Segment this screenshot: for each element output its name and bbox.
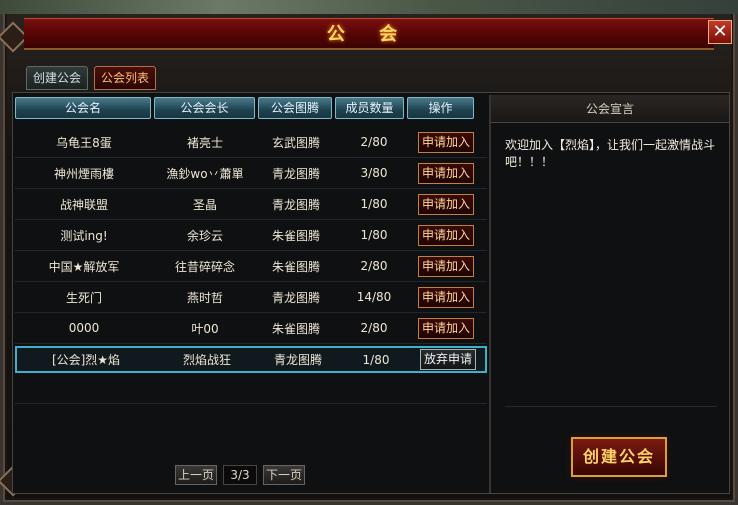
next-page-button[interactable]: 下一页 (263, 465, 305, 485)
table-row-selected[interactable]: [公会]烈★焰 烈焰战狂 青龙图腾 1/80 放弃申请 (15, 346, 487, 373)
page-indicator: 3/3 (223, 465, 257, 485)
apply-join-button[interactable]: 申请加入 (418, 193, 474, 215)
tab-create-guild[interactable]: 创建公会 (26, 66, 89, 90)
guild-totem: 青龙图腾 (271, 290, 320, 305)
guild-leader: 燕时哲 (186, 290, 223, 305)
guild-leader: 烈焰战狂 (182, 353, 231, 367)
column-header-name[interactable]: 公会名 (15, 97, 151, 119)
action-cell: 申请加入 (413, 224, 479, 246)
table-row[interactable]: 测试ing! 余珍云 朱雀图腾 1/80 申请加入 (15, 220, 487, 251)
guild-leader: 漁鈔wo丷蕭單 (166, 166, 244, 181)
declaration-panel: 公会宣言 欢迎加入【烈焰】，让我们一起激情战斗吧！！！ 创建公会 (491, 95, 729, 493)
action-cell: 申请加入 (413, 317, 479, 339)
table-header: 公会名 公会会长 公会图腾 成员数量 操作 (15, 97, 487, 119)
member-count: 2/80 (360, 259, 388, 273)
table-row[interactable]: 生死门 燕时哲 青龙图腾 14/80 申请加入 (15, 282, 487, 313)
guild-rows: 乌龟王8蛋 褚亮士 玄武图腾 2/80 申请加入 神州煙雨樓 漁鈔wo丷蕭單 青… (15, 127, 487, 404)
action-cell: 申请加入 (413, 193, 479, 215)
guild-table: 公会名 公会会长 公会图腾 成员数量 操作 乌龟王8蛋 褚亮士 玄武图腾 2/8… (15, 97, 487, 493)
cancel-application-button[interactable]: 放弃申请 (420, 349, 476, 370)
table-row[interactable]: 神州煙雨樓 漁鈔wo丷蕭單 青龙图腾 3/80 申请加入 (15, 158, 487, 189)
pagination: 上一页 3/3 下一页 (175, 465, 305, 485)
guild-name: 神州煙雨樓 (53, 166, 114, 181)
empty-row (15, 373, 487, 404)
tab-bar: 创建公会 公会列表 (26, 66, 157, 90)
guild-totem: 青龙图腾 (271, 166, 320, 181)
action-cell: 申请加入 (413, 255, 479, 277)
member-count: 3/80 (360, 166, 388, 180)
member-count: 2/80 (360, 135, 388, 149)
action-cell: 申请加入 (413, 162, 479, 184)
guild-name: 战神联盟 (59, 197, 108, 212)
apply-join-button[interactable]: 申请加入 (418, 224, 474, 246)
member-count: 1/80 (362, 352, 390, 367)
guild-totem: 朱雀图腾 (271, 259, 320, 274)
guild-totem: 朱雀图腾 (271, 321, 320, 336)
apply-join-button[interactable]: 申请加入 (418, 131, 474, 153)
guild-name: 0000 (68, 321, 100, 335)
guild-name: 乌龟王8蛋 (56, 135, 112, 150)
column-header-leader[interactable]: 公会会长 (154, 97, 255, 119)
guild-name: 生死门 (65, 290, 102, 305)
column-header-members[interactable]: 成员数量 (335, 97, 404, 119)
guild-leader: 褚亮士 (186, 135, 223, 150)
table-row[interactable]: 战神联盟 圣晶 青龙图腾 1/80 申请加入 (15, 189, 487, 220)
declaration-text: 欢迎加入【烈焰】，让我们一起激情战斗吧！！！ (505, 137, 717, 407)
member-count: 1/80 (360, 197, 388, 211)
column-header-totem[interactable]: 公会图腾 (258, 97, 332, 119)
guild-totem: 青龙图腾 (271, 197, 320, 212)
guild-name: 中国★解放军 (48, 259, 120, 274)
guild-name: 测试ing! (60, 228, 108, 243)
table-row[interactable]: 乌龟王8蛋 褚亮士 玄武图腾 2/80 申请加入 (15, 127, 487, 158)
close-button[interactable]: ✕ (708, 20, 732, 44)
guild-totem: 青龙图腾 (273, 353, 322, 367)
prev-page-button[interactable]: 上一页 (175, 465, 217, 485)
guild-leader: 余珍云 (186, 228, 223, 243)
declaration-title: 公会宣言 (491, 95, 729, 123)
table-row[interactable]: 中国★解放军 往昔碎碎念 朱雀图腾 2/80 申请加入 (15, 251, 487, 282)
map-strip (0, 0, 738, 14)
create-guild-button[interactable]: 创建公会 (571, 437, 667, 477)
guild-leader: 叶00 (191, 321, 219, 336)
table-row[interactable]: 0000 叶00 朱雀图腾 2/80 申请加入 (15, 313, 487, 344)
guild-totem: 朱雀图腾 (271, 228, 320, 243)
apply-join-button[interactable]: 申请加入 (418, 317, 474, 339)
member-count: 2/80 (360, 321, 388, 335)
guild-leader: 往昔碎碎念 (174, 259, 235, 274)
apply-join-button[interactable]: 申请加入 (418, 286, 474, 308)
action-cell: 申请加入 (413, 286, 479, 308)
member-count: 14/80 (356, 290, 392, 304)
column-header-action[interactable]: 操作 (407, 97, 474, 119)
guild-leader: 圣晶 (192, 197, 217, 212)
apply-join-button[interactable]: 申请加入 (418, 255, 474, 277)
action-cell: 申请加入 (413, 131, 479, 153)
window-title: 公 会 (326, 24, 412, 45)
title-bar[interactable]: 公 会 (24, 18, 714, 50)
guild-list-panel: 公会名 公会会长 公会图腾 成员数量 操作 乌龟王8蛋 褚亮士 玄武图腾 2/8… (12, 92, 730, 494)
apply-join-button[interactable]: 申请加入 (418, 162, 474, 184)
tab-guild-list[interactable]: 公会列表 (94, 66, 157, 90)
guild-name: [公会]烈★焰 (51, 353, 121, 367)
member-count: 1/80 (360, 228, 388, 242)
guild-totem: 玄武图腾 (271, 135, 320, 150)
action-cell: 放弃申请 (415, 349, 481, 370)
